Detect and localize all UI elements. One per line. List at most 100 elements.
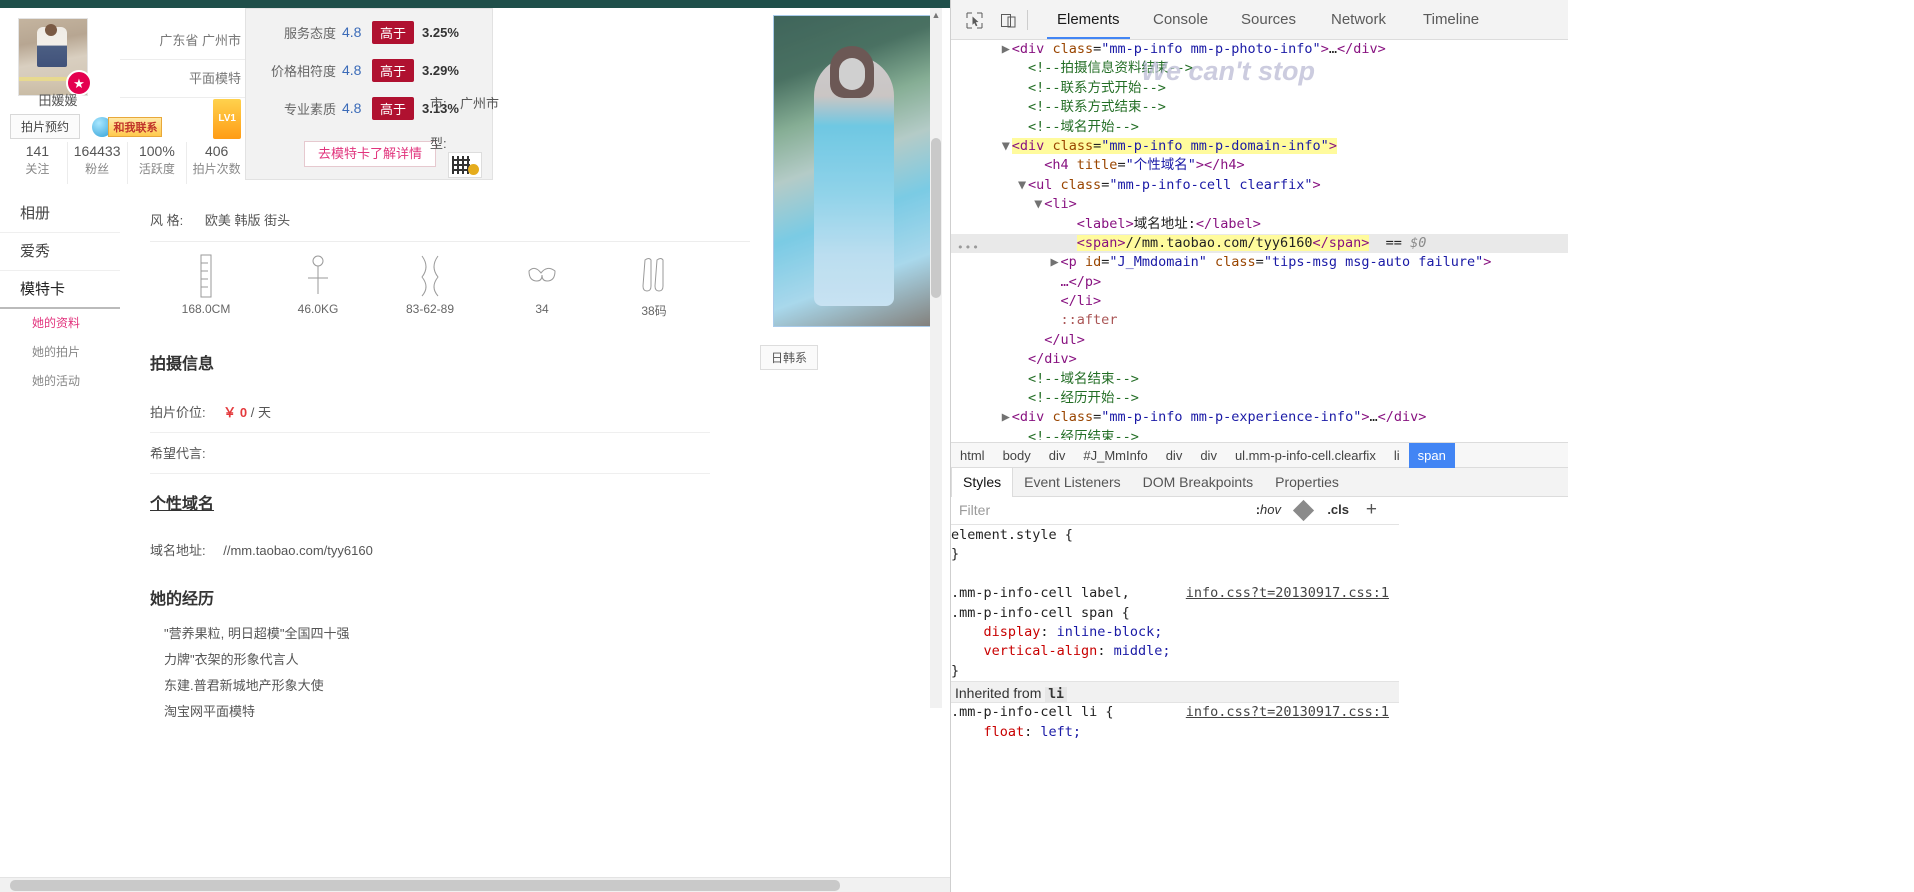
dom-token: $0	[1410, 234, 1427, 251]
disclosure-triangle-icon[interactable]: ▶	[1049, 253, 1061, 272]
disclosure-triangle-icon[interactable]	[1016, 389, 1028, 408]
disclosure-triangle-icon[interactable]	[1049, 273, 1061, 292]
css-source-link[interactable]: info.css?t=20130917.css:1	[1186, 703, 1389, 722]
disclosure-triangle-icon[interactable]	[1016, 428, 1028, 440]
css-rule-line[interactable]: .mm-p-info-cell label, info.css?t=2013091…	[951, 584, 1399, 603]
sidebar-item-aixiu[interactable]: 爱秀	[0, 233, 120, 271]
hov-toggle[interactable]: :hov	[1256, 502, 1281, 517]
page-horizontal-scrollbar[interactable]	[0, 877, 950, 892]
cls-toggle[interactable]: .cls	[1327, 502, 1349, 517]
disclosure-triangle-icon[interactable]	[1032, 156, 1044, 175]
css-rule-line[interactable]	[951, 565, 1399, 584]
scrollbar-thumb[interactable]	[931, 138, 941, 298]
styles-pane-tab[interactable]: Styles	[951, 468, 1014, 497]
tab-elements[interactable]: Elements	[1047, 0, 1130, 39]
breadcrumb-item[interactable]: div	[1191, 443, 1226, 469]
css-property-name[interactable]: vertical-align	[951, 643, 1098, 659]
breadcrumb-item[interactable]: body	[994, 443, 1040, 469]
scroll-up-arrow-icon[interactable]: ▲	[930, 8, 942, 22]
breadcrumb-item[interactable]: div	[1157, 443, 1192, 469]
disclosure-triangle-icon[interactable]	[1032, 331, 1044, 350]
disclosure-triangle-icon[interactable]: ▶	[1000, 408, 1012, 427]
disclosure-triangle-icon[interactable]: ▼	[1016, 176, 1028, 195]
new-style-rule-button[interactable]: +	[1366, 499, 1377, 521]
qr-code-icon[interactable]	[448, 152, 482, 178]
styles-pane-tab[interactable]: DOM Breakpoints	[1132, 468, 1264, 497]
inspect-cursor-icon[interactable]	[961, 8, 987, 32]
breadcrumb-item[interactable]: li	[1385, 443, 1409, 469]
model-card-detail-button[interactable]: 去模特卡了解详情	[304, 141, 436, 167]
breadcrumb-item[interactable]: #J_MmInfo	[1074, 443, 1156, 469]
sidebar-sub-activities[interactable]: 她的活动	[0, 367, 120, 396]
styles-pane-tab[interactable]: Event Listeners	[1013, 468, 1132, 497]
breadcrumb-item[interactable]: span	[1408, 443, 1455, 469]
disclosure-triangle-icon[interactable]	[1016, 59, 1028, 78]
scrollbar-thumb[interactable]	[10, 880, 840, 891]
book-shoot-button[interactable]: 拍片预约	[10, 114, 81, 139]
photo-preview[interactable]	[760, 8, 935, 327]
weight-icon	[262, 250, 374, 302]
style-tag-chip[interactable]: 日韩系	[760, 345, 819, 370]
disclosure-triangle-icon[interactable]	[1016, 350, 1028, 369]
stat-label: 拍片次数	[192, 162, 241, 176]
dom-token: ></h4>	[1195, 157, 1245, 174]
dom-token: class	[1044, 41, 1094, 57]
dom-token: >	[1483, 254, 1492, 271]
filter-placeholder[interactable]: Filter	[959, 502, 990, 518]
dom-token: title	[1068, 157, 1118, 174]
color-picker-icon[interactable]	[1292, 499, 1315, 522]
disclosure-triangle-icon[interactable]: ▼	[1000, 137, 1012, 156]
css-rule-line[interactable]: }	[951, 662, 1399, 681]
disclosure-triangle-icon[interactable]	[1049, 292, 1061, 311]
sidebar-sub-photos[interactable]: 她的拍片	[0, 338, 120, 367]
sidebar-item-album[interactable]: 相册	[0, 195, 120, 233]
bust-waist-hip-icon	[374, 250, 486, 302]
css-rule-line[interactable]: .mm-p-info-cell span {	[951, 604, 1399, 623]
disclosure-triangle-icon[interactable]	[1049, 311, 1061, 330]
disclosure-triangle-icon[interactable]	[1065, 234, 1077, 253]
main-content: 风 格: 欧美 韩版 街头 168.0CM 46.0KG 83-62-89 34…	[150, 200, 750, 719]
css-property-value[interactable]: middle;	[1114, 643, 1171, 659]
experience-title: 她的经历	[150, 591, 215, 608]
breadcrumb-item[interactable]: div	[1040, 443, 1075, 469]
domain-value: //mm.taobao.com/tyy6160	[223, 543, 373, 558]
shoot-info-title: 拍摄信息	[150, 356, 215, 373]
css-rule-line[interactable]: display: inline-block;	[951, 623, 1399, 642]
page-vertical-scrollbar[interactable]: ▲	[930, 8, 942, 708]
breadcrumb-item[interactable]: html	[951, 443, 994, 469]
sidebar-sub-profile[interactable]: 她的资料	[0, 309, 120, 338]
tab-timeline[interactable]: Timeline	[1413, 0, 1489, 39]
dom-token: =	[1117, 157, 1126, 174]
css-property-value[interactable]: left;	[1040, 724, 1081, 740]
css-source-link[interactable]: info.css?t=20130917.css:1	[1186, 584, 1389, 603]
tab-console[interactable]: Console	[1143, 0, 1218, 39]
dom-token: =	[1255, 254, 1264, 271]
css-rule-line[interactable]: }	[951, 545, 1399, 564]
breadcrumb-item[interactable]: ul.mm-p-info-cell.clearfix	[1226, 443, 1385, 469]
tab-network[interactable]: Network	[1321, 0, 1396, 39]
css-rule-line[interactable]: float: left;	[951, 723, 1399, 742]
tab-sources[interactable]: Sources	[1231, 0, 1306, 39]
dom-token: </li>	[1060, 293, 1102, 310]
styles-rules-list[interactable]: element.style {} .mm-p-info-cell label, in…	[951, 526, 1399, 892]
css-property-name[interactable]: float	[951, 724, 1025, 740]
sidebar-item-modelcard[interactable]: 模特卡	[0, 271, 120, 309]
css-rule-line[interactable]: vertical-align: middle;	[951, 642, 1399, 661]
css-property-name[interactable]: display	[951, 624, 1041, 640]
css-property-value[interactable]: inline-block;	[1057, 624, 1163, 640]
disclosure-triangle-icon[interactable]	[1016, 370, 1028, 389]
disclosure-triangle-icon[interactable]	[1065, 215, 1077, 234]
css-rule-line[interactable]: element.style {	[951, 526, 1399, 545]
disclosure-triangle-icon[interactable]	[1016, 98, 1028, 117]
styles-pane-tab[interactable]: Properties	[1264, 468, 1350, 497]
rating-row: 专业素质 4.8 高于 3.13%	[246, 93, 492, 123]
device-toolbar-icon[interactable]	[995, 8, 1021, 32]
disclosure-triangle-icon[interactable]	[1016, 118, 1028, 137]
css-rule-line[interactable]: .mm-p-info-cell li {info.css?t=20130917.…	[951, 703, 1399, 722]
disclosure-triangle-icon[interactable]: ▼	[1032, 195, 1044, 214]
inherited-selector[interactable]: li	[1045, 687, 1067, 703]
disclosure-triangle-icon[interactable]: ▶	[1000, 40, 1012, 59]
disclosure-triangle-icon[interactable]	[1016, 79, 1028, 98]
